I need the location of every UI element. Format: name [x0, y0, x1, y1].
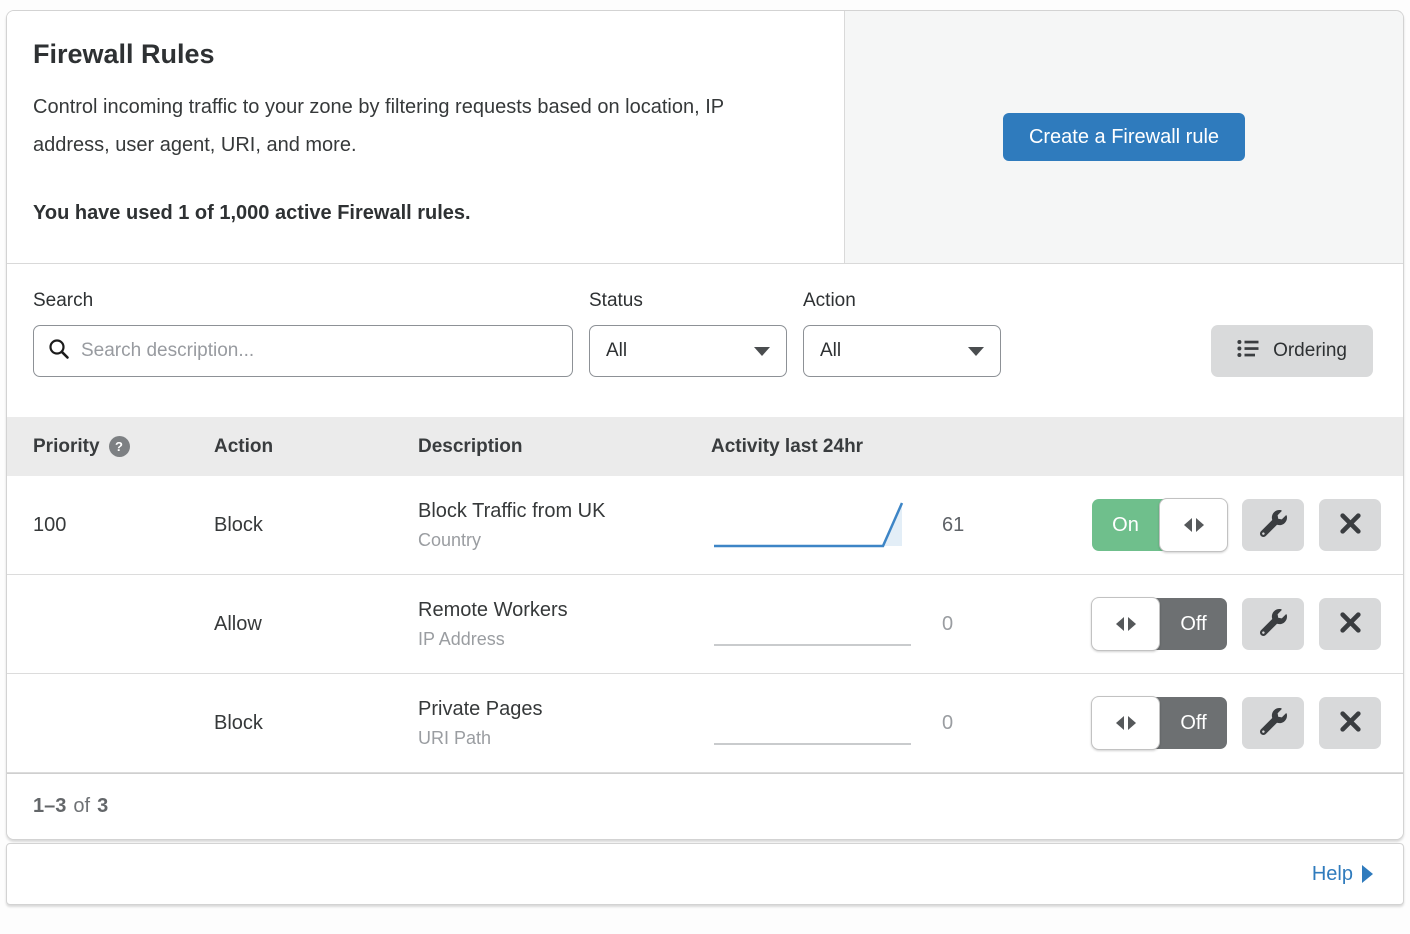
help-footer: Help — [6, 843, 1404, 905]
toggle-state-label: On — [1092, 499, 1159, 551]
activity-sparkline — [711, 496, 916, 554]
page-title: Firewall Rules — [33, 39, 804, 70]
search-label: Search — [33, 290, 573, 312]
rule-description-cell: Block Traffic from UK Country — [418, 500, 711, 551]
activity-cell: 0 — [711, 694, 1089, 752]
header-text-panel: Firewall Rules Control incoming traffic … — [7, 11, 845, 263]
toggle-handle-icon[interactable] — [1091, 696, 1160, 750]
edit-rule-button[interactable] — [1242, 598, 1304, 650]
ordering-button-label: Ordering — [1273, 340, 1347, 362]
rule-action: Allow — [214, 613, 418, 636]
pagination-range: 1–3 — [33, 795, 66, 818]
rule-match-type: IP Address — [418, 629, 711, 650]
status-filter-group: Status All — [589, 290, 787, 377]
rule-priority: 100 — [33, 514, 214, 537]
rule-match-type: Country — [418, 530, 711, 551]
table-row: 100 Block Block Traffic from UK Country … — [7, 476, 1403, 575]
column-header-activity: Activity last 24hr — [711, 436, 1089, 458]
action-label: Action — [803, 290, 1001, 312]
column-header-description: Description — [418, 436, 711, 458]
chevron-down-icon — [968, 347, 984, 356]
search-input[interactable] — [79, 339, 558, 363]
row-controls: Off — [1089, 598, 1403, 650]
action-select[interactable]: All — [803, 325, 1001, 377]
priority-help-icon[interactable]: ? — [109, 436, 130, 457]
page-description: Control incoming traffic to your zone by… — [33, 88, 793, 164]
table-row: Allow Remote Workers IP Address 0 Off — [7, 575, 1403, 674]
enable-toggle[interactable]: On — [1092, 499, 1227, 551]
pagination-of: of — [73, 795, 90, 818]
activity-cell: 0 — [711, 595, 1089, 653]
header-action-panel: Create a Firewall rule — [845, 11, 1403, 263]
rule-description: Private Pages — [418, 698, 711, 721]
rule-action: Block — [214, 514, 418, 537]
activity-sparkline — [711, 595, 916, 653]
priority-header-label: Priority — [33, 436, 100, 458]
column-header-action: Action — [214, 436, 418, 458]
enable-toggle[interactable]: Off — [1092, 598, 1227, 650]
rule-match-type: URI Path — [418, 728, 711, 749]
chevron-down-icon — [754, 347, 770, 356]
status-label: Status — [589, 290, 787, 312]
activity-count: 61 — [942, 514, 972, 537]
close-icon — [1339, 710, 1362, 736]
help-link-label: Help — [1312, 863, 1353, 886]
list-icon — [1237, 339, 1260, 364]
rule-description-cell: Remote Workers IP Address — [418, 599, 711, 650]
search-box[interactable] — [33, 325, 573, 377]
edit-rule-button[interactable] — [1242, 499, 1304, 551]
rule-description: Remote Workers — [418, 599, 711, 622]
delete-rule-button[interactable] — [1319, 697, 1381, 749]
activity-cell: 61 — [711, 496, 1089, 554]
table-header: Priority ? Action Description Activity l… — [7, 417, 1403, 476]
status-select[interactable]: All — [589, 325, 787, 377]
activity-count: 0 — [942, 613, 972, 636]
usage-line: You have used 1 of 1,000 active Firewall… — [33, 202, 804, 225]
edit-rule-button[interactable] — [1242, 697, 1304, 749]
ordering-button[interactable]: Ordering — [1211, 325, 1373, 377]
status-select-value: All — [606, 340, 627, 362]
wrench-icon — [1260, 708, 1287, 738]
toggle-handle-icon[interactable] — [1159, 498, 1228, 552]
close-icon — [1339, 512, 1362, 538]
filter-bar: Search Status All Action All — [7, 264, 1403, 417]
pagination-bar: 1–3 of 3 — [7, 773, 1403, 839]
search-group: Search — [33, 290, 573, 377]
column-header-priority: Priority ? — [33, 436, 214, 458]
firewall-rules-card: Firewall Rules Control incoming traffic … — [6, 10, 1404, 840]
toggle-state-label: Off — [1160, 697, 1227, 749]
enable-toggle[interactable]: Off — [1092, 697, 1227, 749]
rule-description: Block Traffic from UK — [418, 500, 711, 523]
activity-count: 0 — [942, 712, 972, 735]
pagination-total: 3 — [97, 795, 108, 818]
rule-action: Block — [214, 712, 418, 735]
action-select-value: All — [820, 340, 841, 362]
wrench-icon — [1260, 609, 1287, 639]
header-section: Firewall Rules Control incoming traffic … — [7, 11, 1403, 264]
search-icon — [48, 338, 70, 365]
delete-rule-button[interactable] — [1319, 499, 1381, 551]
row-controls: On — [1089, 499, 1403, 551]
delete-rule-button[interactable] — [1319, 598, 1381, 650]
close-icon — [1339, 611, 1362, 637]
action-filter-group: Action All — [803, 290, 1001, 377]
activity-sparkline — [711, 694, 916, 752]
create-firewall-rule-button[interactable]: Create a Firewall rule — [1003, 113, 1245, 161]
rule-description-cell: Private Pages URI Path — [418, 698, 711, 749]
row-controls: Off — [1089, 697, 1403, 749]
toggle-state-label: Off — [1160, 598, 1227, 650]
toggle-handle-icon[interactable] — [1091, 597, 1160, 651]
table-row: Block Private Pages URI Path 0 Off — [7, 674, 1403, 773]
help-link[interactable]: Help — [1312, 863, 1373, 886]
right-triangle-icon — [1362, 865, 1373, 883]
wrench-icon — [1260, 510, 1287, 540]
